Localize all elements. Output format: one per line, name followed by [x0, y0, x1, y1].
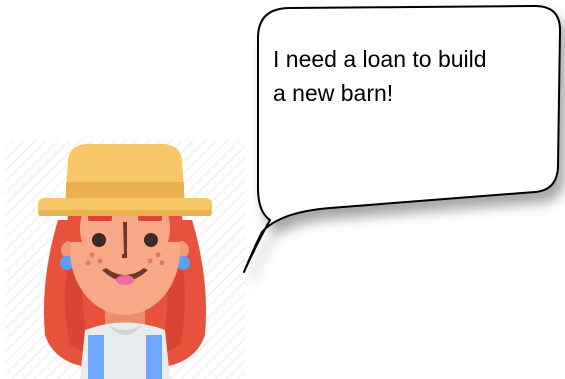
scene: I need a loan to build a new barn!	[0, 0, 565, 379]
speech-bubble-text: I need a loan to build a new barn!	[273, 46, 487, 106]
